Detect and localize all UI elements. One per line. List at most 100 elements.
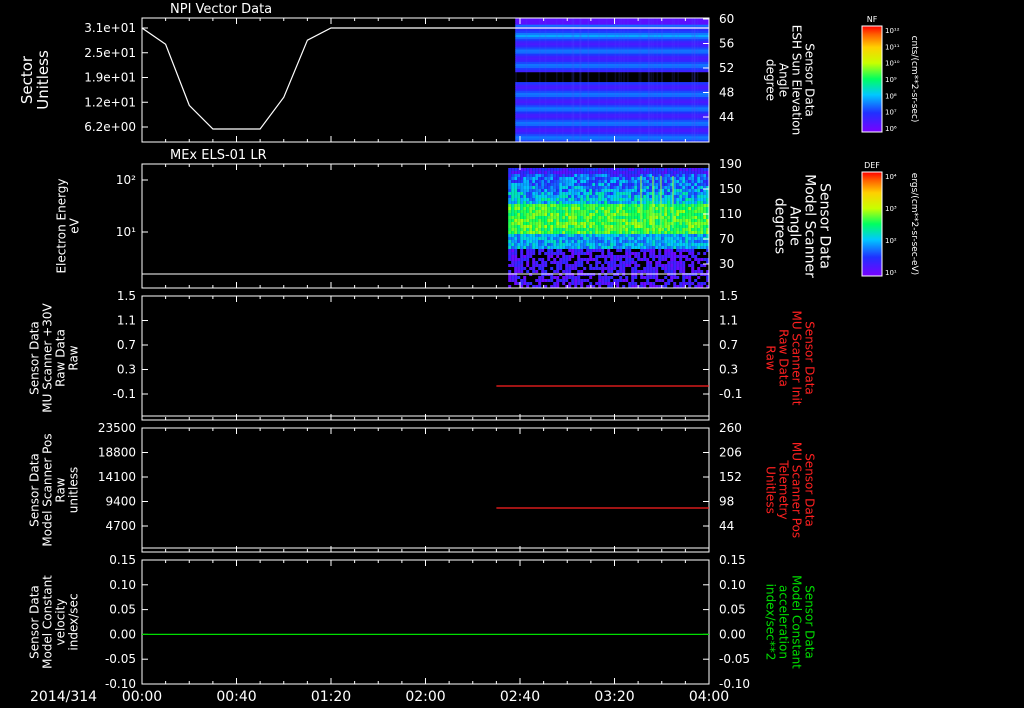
spectrogram-cell: [676, 219, 680, 222]
spectrogram-cell: [664, 237, 668, 240]
spectrogram-cell: [634, 201, 638, 204]
spectrogram-cell: [658, 264, 662, 267]
spectrogram-cell: [598, 228, 602, 231]
spectrogram-cell: [583, 192, 587, 195]
y-axis-label: MU Scanner +30V: [41, 303, 55, 413]
spectrogram-cell: [688, 240, 692, 243]
y-axis-label-right: Unitless: [764, 466, 778, 514]
spectrogram-cell: [610, 177, 614, 180]
spectrogram-cell: [667, 255, 671, 258]
spectrogram-cell: [610, 228, 614, 231]
spectrogram-cell: [679, 192, 683, 195]
spectrogram-cell: [622, 174, 626, 177]
spectrogram-cell: [658, 258, 662, 261]
spectrogram-cell: [631, 228, 635, 231]
spectrogram-cell: [631, 234, 635, 237]
spectrogram-cell: [694, 228, 698, 231]
colorbar-tick: 10¹⁰: [885, 60, 900, 68]
spectrogram-cell: [526, 270, 530, 273]
spectrogram-cell: [592, 258, 596, 261]
spectrogram-cell: [682, 213, 686, 216]
spectrogram-cell: [541, 237, 545, 240]
spectrogram-cell: [697, 267, 701, 270]
spectrogram-cell: [625, 216, 629, 219]
spectrogram-cell: [547, 201, 551, 204]
spectrogram-cell: [592, 198, 596, 201]
spectrogram-cell: [640, 168, 644, 171]
spectrogram-cell: [571, 207, 575, 210]
spectrogram-cell: [526, 258, 530, 261]
spectrogram-cell: [535, 225, 539, 228]
spectrogram-cell: [523, 213, 527, 216]
spectrogram-cell: [571, 171, 575, 174]
spectrogram-cell: [589, 174, 593, 177]
spectrogram-cell: [523, 192, 527, 195]
spectrogram-cell: [514, 282, 518, 285]
spectrogram-cell: [583, 171, 587, 174]
spectrogram-cell: [655, 261, 659, 264]
spectrogram-cell: [541, 258, 545, 261]
spectrogram-cell: [619, 186, 623, 189]
spectrogram-cell: [565, 258, 569, 261]
spectrogram-cell: [517, 240, 521, 243]
spectrogram-cell: [562, 186, 566, 189]
spectrogram-cell: [691, 243, 695, 246]
spectrogram-cell: [685, 171, 689, 174]
spectrogram-cell: [694, 243, 698, 246]
spectrogram-cell: [625, 183, 629, 186]
spectrogram-cell: [691, 261, 695, 264]
spectrogram-cell: [544, 246, 548, 249]
spectrogram-cell: [514, 216, 518, 219]
spectrogram-cell: [580, 177, 584, 180]
spectrogram-cell: [664, 171, 668, 174]
spectrogram-cell: [577, 207, 581, 210]
spectrogram-cell: [523, 183, 527, 186]
spectrogram-cell: [619, 180, 623, 183]
spectrogram-cell: [682, 207, 686, 210]
spectrogram-cell: [562, 198, 566, 201]
colorbar-tick: 10⁴: [885, 173, 897, 181]
spectrogram-cell: [688, 192, 692, 195]
spectrogram-cell: [667, 216, 671, 219]
spectrogram-cell: [643, 207, 647, 210]
spectrogram-cell: [556, 186, 560, 189]
spectrogram-cell: [607, 219, 611, 222]
spectrogram-cell: [592, 171, 596, 174]
spectrogram-cell: [589, 258, 593, 261]
spectrogram-cell: [574, 282, 578, 285]
spectrogram-cell: [670, 279, 674, 282]
spectrogram-cell: [526, 282, 530, 285]
spectrogram-cell: [562, 240, 566, 243]
spectrogram-cell: [694, 192, 698, 195]
spectrogram-cell: [526, 216, 530, 219]
spectrogram-cell: [691, 246, 695, 249]
spectrogram-cell: [685, 210, 689, 213]
spectrogram-cell: [562, 174, 566, 177]
spectrogram-cell: [672, 176, 674, 228]
spectrogram-cell: [610, 168, 614, 171]
spectrogram-cell: [586, 198, 590, 201]
spectrogram-cell: [535, 228, 539, 231]
spectrogram-cell: [538, 279, 542, 282]
y-tick-label: 10¹: [116, 225, 136, 239]
spectrogram-cell: [655, 234, 659, 237]
spectrogram-cell: [574, 219, 578, 222]
spectrogram-cell: [568, 180, 572, 183]
spectrogram-cell: [703, 252, 707, 255]
spectrogram-cell: [508, 216, 512, 219]
spectrogram-cell: [679, 243, 683, 246]
spectrogram-cell: [547, 168, 551, 171]
spectrogram-cell: [526, 183, 530, 186]
spectrogram-cell: [694, 258, 698, 261]
spectrogram-cell: [652, 267, 656, 270]
spectrogram-cell: [550, 174, 554, 177]
spectrogram-cell: [547, 255, 551, 258]
spectrogram-cell: [640, 276, 644, 279]
spectrogram-cell: [646, 201, 650, 204]
spectrogram-cell: [556, 270, 560, 273]
spectrogram-cell: [649, 216, 653, 219]
spectrogram-cell: [535, 237, 539, 240]
spectrogram-cell: [637, 270, 641, 273]
spectrogram-cell: [520, 252, 524, 255]
spectrogram-cell: [595, 282, 599, 285]
